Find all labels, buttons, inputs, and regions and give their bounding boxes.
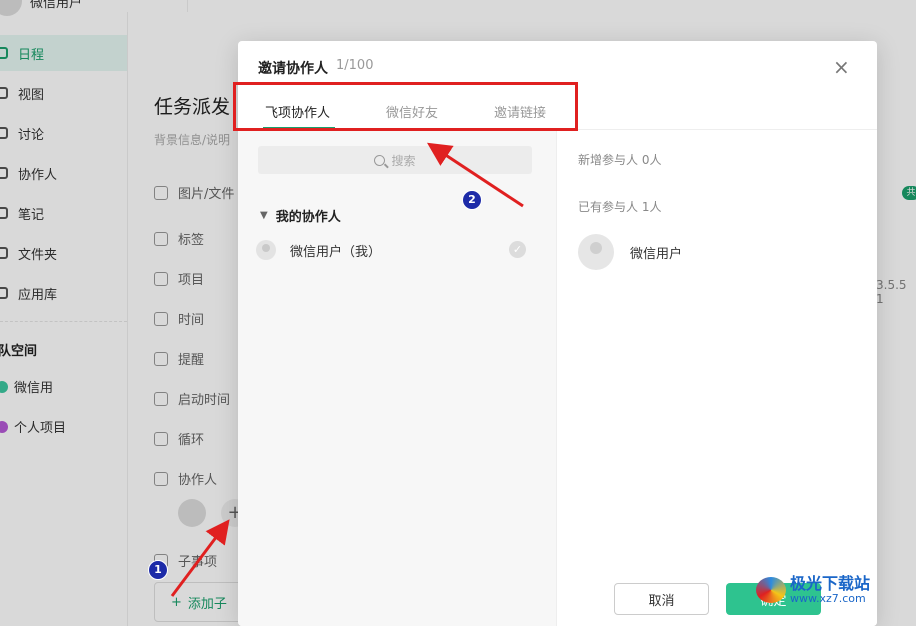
participant-item: 微信用户: [578, 234, 682, 270]
participants-pane: 新增参与人 0人 已有参与人 1人 微信用户: [558, 130, 877, 626]
collaborator-list-pane: 搜索 ▼ 我的协作人 微信用户（我） ✓: [238, 130, 557, 626]
search-input[interactable]: 搜索: [258, 146, 532, 174]
watermark-url: www.xz7.com: [790, 591, 866, 605]
watermark-logo-icon: [756, 577, 786, 604]
new-participants-label: 新增参与人 0人: [578, 153, 662, 167]
group-my-collaborators[interactable]: ▼ 我的协作人: [260, 206, 341, 225]
group-title: 我的协作人: [275, 210, 341, 225]
avatar: [578, 234, 614, 270]
annotation-number-2: 2: [462, 190, 482, 210]
watermark-text: 极光下载站: [790, 574, 871, 593]
cancel-button[interactable]: 取消: [614, 583, 709, 615]
close-icon[interactable]: ×: [833, 57, 850, 77]
check-icon[interactable]: ✓: [509, 241, 526, 258]
list-item[interactable]: 微信用户（我） ✓: [256, 238, 526, 262]
annotation-highlight-box: [233, 82, 578, 131]
user-name: 微信用户（我）: [290, 244, 382, 260]
dialog-count: 1/100: [336, 58, 374, 73]
dialog-title: 邀请协作人: [258, 61, 328, 77]
chevron-down-icon: ▼: [260, 210, 268, 221]
avatar: [256, 240, 276, 260]
existing-participants-label: 已有参与人 1人: [578, 200, 662, 214]
annotation-number-1: 1: [148, 560, 168, 580]
search-placeholder: 搜索: [391, 153, 416, 168]
search-icon: [374, 154, 386, 166]
participant-name: 微信用户: [630, 246, 683, 262]
watermark: 极光下载站 www.xz7.com: [756, 574, 871, 605]
